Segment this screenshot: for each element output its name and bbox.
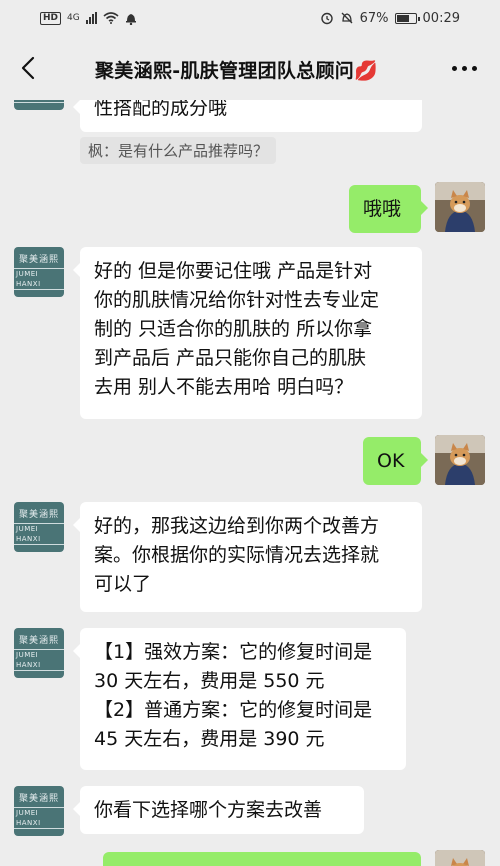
message-bubble[interactable]: 好的 但是你要记住哦 产品是针对 你的肌肤情况给你针对性去专业定 制的 只适合你… <box>73 247 422 419</box>
battery-percent: 67% <box>359 10 389 26</box>
message-line: 45 天左右，费用是 390 元 <box>94 728 325 750</box>
avatar-brand-name: 聚美涵熙 <box>18 794 59 804</box>
message-bubble-own[interactable] <box>103 852 421 866</box>
quoted-message[interactable]: 枫：是有什么产品推荐吗？ <box>80 137 277 164</box>
avatar-brand-name: 聚美涵熙 <box>18 510 59 520</box>
user-avatar[interactable] <box>435 850 485 866</box>
avatar-brand-name: 聚美涵熙 <box>18 255 59 265</box>
user-avatar[interactable] <box>435 182 485 232</box>
dog-photo-icon <box>435 850 485 866</box>
message-bubble-own[interactable]: OK <box>363 437 428 485</box>
message-line: 【2】普通方案：它的修复时间是 <box>94 699 373 721</box>
clock: 00:29 <box>422 10 460 26</box>
message-line: 去用 别人不能去用哈 明白吗？ <box>94 376 354 398</box>
avatar-brand-sub: JUMEI HANXI <box>14 100 64 103</box>
message-line: 哦哦 <box>363 198 402 220</box>
more-dot <box>461 65 467 71</box>
message-line: 性搭配的成分哦 <box>94 100 228 119</box>
avatar-brand-name: 聚美涵熙 <box>18 636 59 646</box>
more-dots-icon <box>451 65 457 71</box>
avatar-brand-sub: JUMEI HANXI <box>14 268 64 290</box>
message-bubble[interactable]: 性搭配的成分哦 <box>73 100 422 132</box>
user-avatar[interactable] <box>435 435 485 485</box>
alarm-icon <box>320 12 333 25</box>
message-line: 【1】强效方案：它的修复时间是 <box>94 641 373 663</box>
contact-avatar[interactable]: 聚美涵熙 JUMEI HANXI <box>14 247 64 297</box>
status-right: 67% 00:29 <box>320 11 460 26</box>
chat-title: 聚美涵熙-肌肤管理团队总顾问💋 <box>95 60 379 82</box>
network-label: 4G <box>67 13 80 23</box>
message-line: 好的，那我这边给到你两个改善方 <box>94 515 380 537</box>
message-line: 你的肌肤情况给你针对性去专业定 <box>94 289 380 311</box>
contact-avatar[interactable]: 聚美涵熙 JUMEI HANXI <box>14 502 64 552</box>
status-left: HD 4G <box>40 11 137 25</box>
more-button[interactable] <box>448 58 480 78</box>
avatar-brand-sub: JUMEI HANXI <box>14 523 64 545</box>
dog-photo-icon <box>435 182 485 232</box>
message-list[interactable]: 聚美涵熙 JUMEI HANXI 性搭配的成分哦 枫：是有什么产品推荐吗？ 哦哦… <box>0 100 500 866</box>
hd-badge: HD <box>40 11 62 25</box>
signal-icon <box>85 12 97 24</box>
dog-photo-icon <box>435 435 485 485</box>
battery-icon <box>394 12 420 24</box>
message-bubble[interactable]: 【1】强效方案：它的修复时间是 30 天左右，费用是 550 元 【2】普通方案… <box>73 628 406 770</box>
bell-icon <box>125 13 136 25</box>
message-bubble[interactable]: 你看下选择哪个方案去改善 <box>73 786 364 834</box>
contact-avatar[interactable]: 聚美涵熙 JUMEI HANXI <box>14 628 64 678</box>
message-line: OK <box>377 450 405 472</box>
wifi-icon <box>103 12 119 24</box>
avatar-brand-sub: JUMEI HANXI <box>14 649 64 671</box>
back-button[interactable] <box>14 54 42 82</box>
avatar-brand-sub: JUMEI HANXI <box>14 807 64 829</box>
message-line: 可以了 <box>94 573 152 595</box>
mute-icon <box>341 12 353 24</box>
status-bar: HD 4G 67% 00:29 <box>0 0 500 36</box>
message-line: 好的 但是你要记住哦 产品是针对 <box>94 260 373 282</box>
more-dot <box>471 65 477 71</box>
message-line: 你看下选择哪个方案去改善 <box>94 799 323 821</box>
message-line: 到产品后 产品只能你自己的肌肤 <box>94 347 367 369</box>
message-bubble[interactable]: 好的，那我这边给到你两个改善方 案。你根据你的实际情况去选择就 可以了 <box>73 502 422 612</box>
message-line: 30 天左右，费用是 550 元 <box>94 670 325 692</box>
message-line: 制的 只适合你的肌肤的 所以你拿 <box>94 318 373 340</box>
message-line: 案。你根据你的实际情况去选择就 <box>94 544 380 566</box>
contact-avatar[interactable]: 聚美涵熙 JUMEI HANXI <box>14 786 64 836</box>
message-bubble-own[interactable]: 哦哦 <box>349 185 428 233</box>
chevron-left-icon <box>21 56 35 80</box>
contact-avatar[interactable]: 聚美涵熙 JUMEI HANXI <box>14 100 64 110</box>
chat-header: 聚美涵熙-肌肤管理团队总顾问💋 <box>0 36 500 100</box>
